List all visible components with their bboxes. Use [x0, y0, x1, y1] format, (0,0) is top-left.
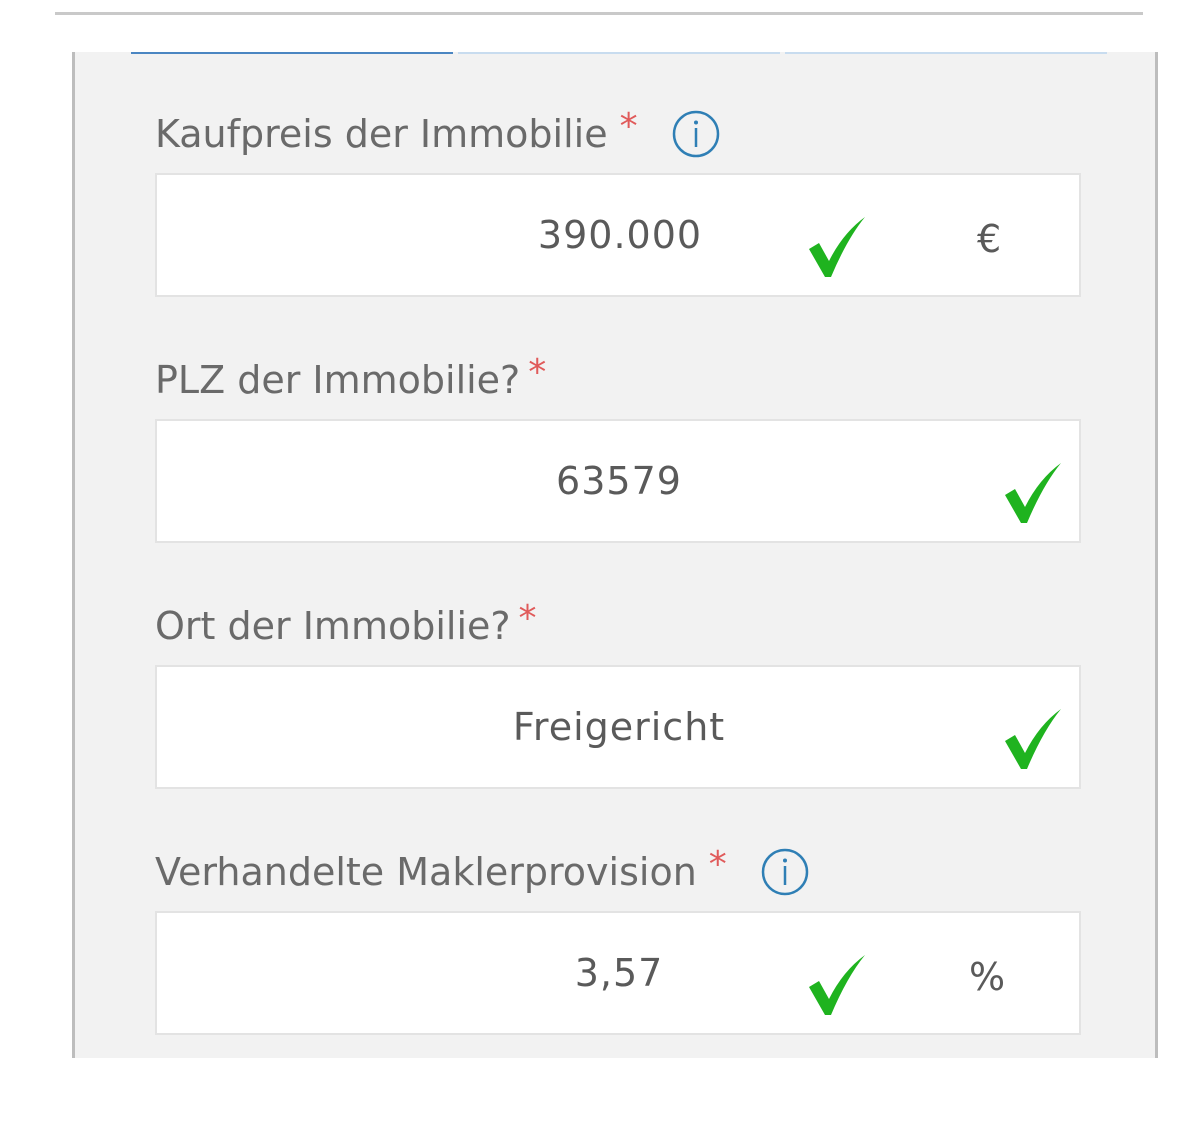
broker-commission-label-row: Verhandelte Maklerprovision *: [155, 842, 809, 902]
percent-unit: %: [969, 955, 1006, 999]
postal-code-input[interactable]: 63579: [157, 421, 1081, 541]
purchase-price-field[interactable]: 390.000 €: [155, 173, 1081, 297]
broker-commission-label: Verhandelte Maklerprovision: [155, 850, 697, 894]
checkmark-icon: [1005, 709, 1061, 769]
top-divider: [55, 12, 1143, 15]
city-input[interactable]: Freigericht: [157, 667, 1081, 787]
purchase-price-label: Kaufpreis der Immobilie: [155, 112, 608, 156]
postal-code-label-row: PLZ der Immobilie? *: [155, 350, 546, 410]
tab-indicator-active: [131, 52, 453, 54]
required-marker: *: [518, 597, 537, 639]
info-icon[interactable]: [672, 110, 720, 158]
purchase-price-label-row: Kaufpreis der Immobilie *: [155, 104, 720, 164]
info-icon[interactable]: [761, 848, 809, 896]
form-panel: Kaufpreis der Immobilie * 390.000 € PLZ …: [72, 52, 1158, 1058]
postal-code-field[interactable]: 63579: [155, 419, 1081, 543]
city-field[interactable]: Freigericht: [155, 665, 1081, 789]
tab-indicator: [458, 52, 780, 54]
postal-code-label: PLZ der Immobilie?: [155, 358, 521, 402]
tab-indicator: [785, 52, 1107, 54]
required-marker: *: [708, 843, 727, 885]
currency-unit: €: [977, 217, 1002, 261]
checkmark-icon: [809, 217, 865, 277]
broker-commission-field[interactable]: 3,57 %: [155, 911, 1081, 1035]
broker-commission-input[interactable]: 3,57: [157, 913, 1081, 1033]
required-marker: *: [619, 105, 638, 147]
required-marker: *: [528, 351, 547, 393]
checkmark-icon: [809, 955, 865, 1015]
purchase-price-input[interactable]: 390.000: [157, 175, 1081, 295]
checkmark-icon: [1005, 463, 1061, 523]
city-label-row: Ort der Immobilie? *: [155, 596, 537, 656]
city-label: Ort der Immobilie?: [155, 604, 511, 648]
